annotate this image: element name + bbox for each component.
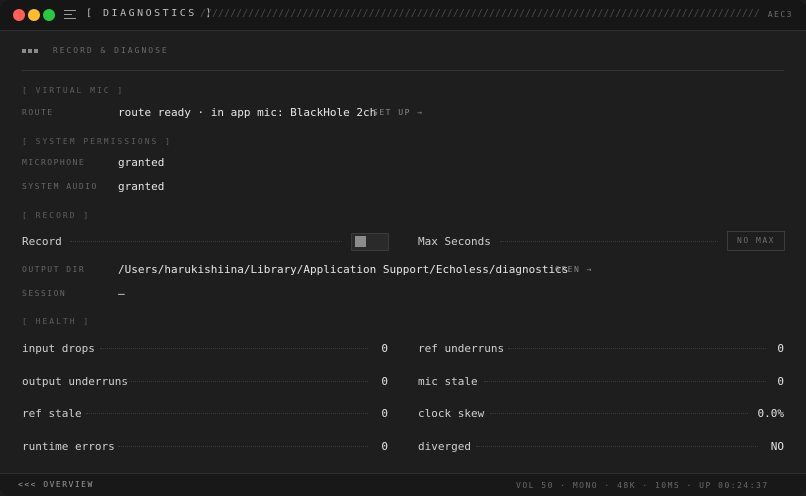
- metric-label: input drops: [22, 342, 95, 355]
- leader-line: [100, 348, 368, 350]
- metric-label: runtime errors: [22, 440, 115, 453]
- metric-value: 0: [381, 342, 388, 355]
- max-seconds-label: Max Seconds: [418, 235, 491, 248]
- bullet-icon: [22, 48, 26, 53]
- leader-line: [490, 413, 748, 415]
- open-link[interactable]: OPEN →: [555, 265, 593, 274]
- divider: [22, 70, 784, 71]
- overview-link[interactable]: <<< OVERVIEW: [18, 480, 94, 489]
- app-window: [ DIAGNOSTICS ] ////////////////////////…: [0, 0, 806, 496]
- metric-value: 0: [381, 375, 388, 388]
- group-label-health: [ HEALTH ]: [22, 317, 91, 326]
- status-text: VOL 50 · MONO · 48K · 10MS · UP 00:24:37: [516, 481, 769, 490]
- group-label-permissions: [ SYSTEM PERMISSIONS ]: [22, 137, 172, 146]
- leader-line: [124, 381, 368, 383]
- leader-line: [508, 348, 766, 350]
- metric-value: 0: [381, 440, 388, 453]
- metric-label: ref underruns: [418, 342, 505, 355]
- record-label: Record: [22, 235, 62, 248]
- route-label: ROUTE: [22, 108, 54, 117]
- microphone-label: MICROPHONE: [22, 158, 86, 167]
- leader-line: [484, 381, 766, 383]
- setup-link[interactable]: SET UP →: [373, 108, 424, 117]
- close-window-button[interactable]: [13, 9, 25, 21]
- leader-line: [118, 446, 368, 448]
- minimize-window-button[interactable]: [28, 9, 40, 21]
- metric-value: 0: [777, 375, 784, 388]
- leader-line: [70, 241, 342, 243]
- metric-value: 0: [381, 407, 388, 420]
- mode-tag: AEC3: [767, 10, 793, 19]
- metric-label: diverged: [418, 440, 471, 453]
- status-bar: <<< OVERVIEW VOL 50 · MONO · 48K · 10MS …: [0, 473, 806, 496]
- bullet-icon: [34, 48, 38, 53]
- route-value: route ready · in app mic: BlackHole 2ch: [118, 106, 377, 119]
- system-audio-value: granted: [118, 180, 165, 193]
- record-toggle[interactable]: [351, 233, 389, 251]
- session-value: —: [118, 287, 125, 300]
- leader-line: [86, 413, 368, 415]
- toggle-knob: [355, 236, 366, 247]
- group-label-record: [ RECORD ]: [22, 211, 91, 220]
- max-seconds-button[interactable]: NO MAX: [727, 231, 785, 251]
- metric-label: mic stale: [418, 375, 478, 388]
- menu-icon[interactable]: [64, 10, 76, 20]
- zoom-window-button[interactable]: [43, 9, 55, 21]
- section-title: RECORD & DIAGNOSE: [52, 46, 169, 55]
- metric-label: clock skew: [418, 407, 485, 420]
- metric-value: 0.0%: [757, 407, 785, 420]
- session-label: SESSION: [22, 289, 67, 298]
- metric-value: NO: [770, 440, 784, 453]
- output-dir-label: OUTPUT DIR: [22, 265, 86, 274]
- metric-label: output underruns: [22, 375, 128, 388]
- leader-line: [500, 241, 718, 243]
- system-audio-label: SYSTEM AUDIO: [22, 182, 98, 191]
- group-label-virtual-mic: [ VIRTUAL MIC ]: [22, 86, 125, 95]
- output-dir-value: /Users/harukishiina/Library/Application …: [118, 263, 569, 276]
- microphone-value: granted: [118, 156, 165, 169]
- window-title: [ DIAGNOSTICS ]: [86, 8, 214, 19]
- title-bar: [ DIAGNOSTICS ] ////////////////////////…: [0, 0, 806, 31]
- activity-meter-icon: [771, 487, 789, 496]
- title-hatch-decoration: ////////////////////////////////////////…: [200, 8, 760, 19]
- leader-line: [476, 446, 758, 448]
- metric-value: 0: [777, 342, 784, 355]
- bullet-icon: [28, 48, 32, 53]
- metric-label: ref stale: [22, 407, 82, 420]
- section-header: RECORD & DIAGNOSE: [22, 46, 169, 55]
